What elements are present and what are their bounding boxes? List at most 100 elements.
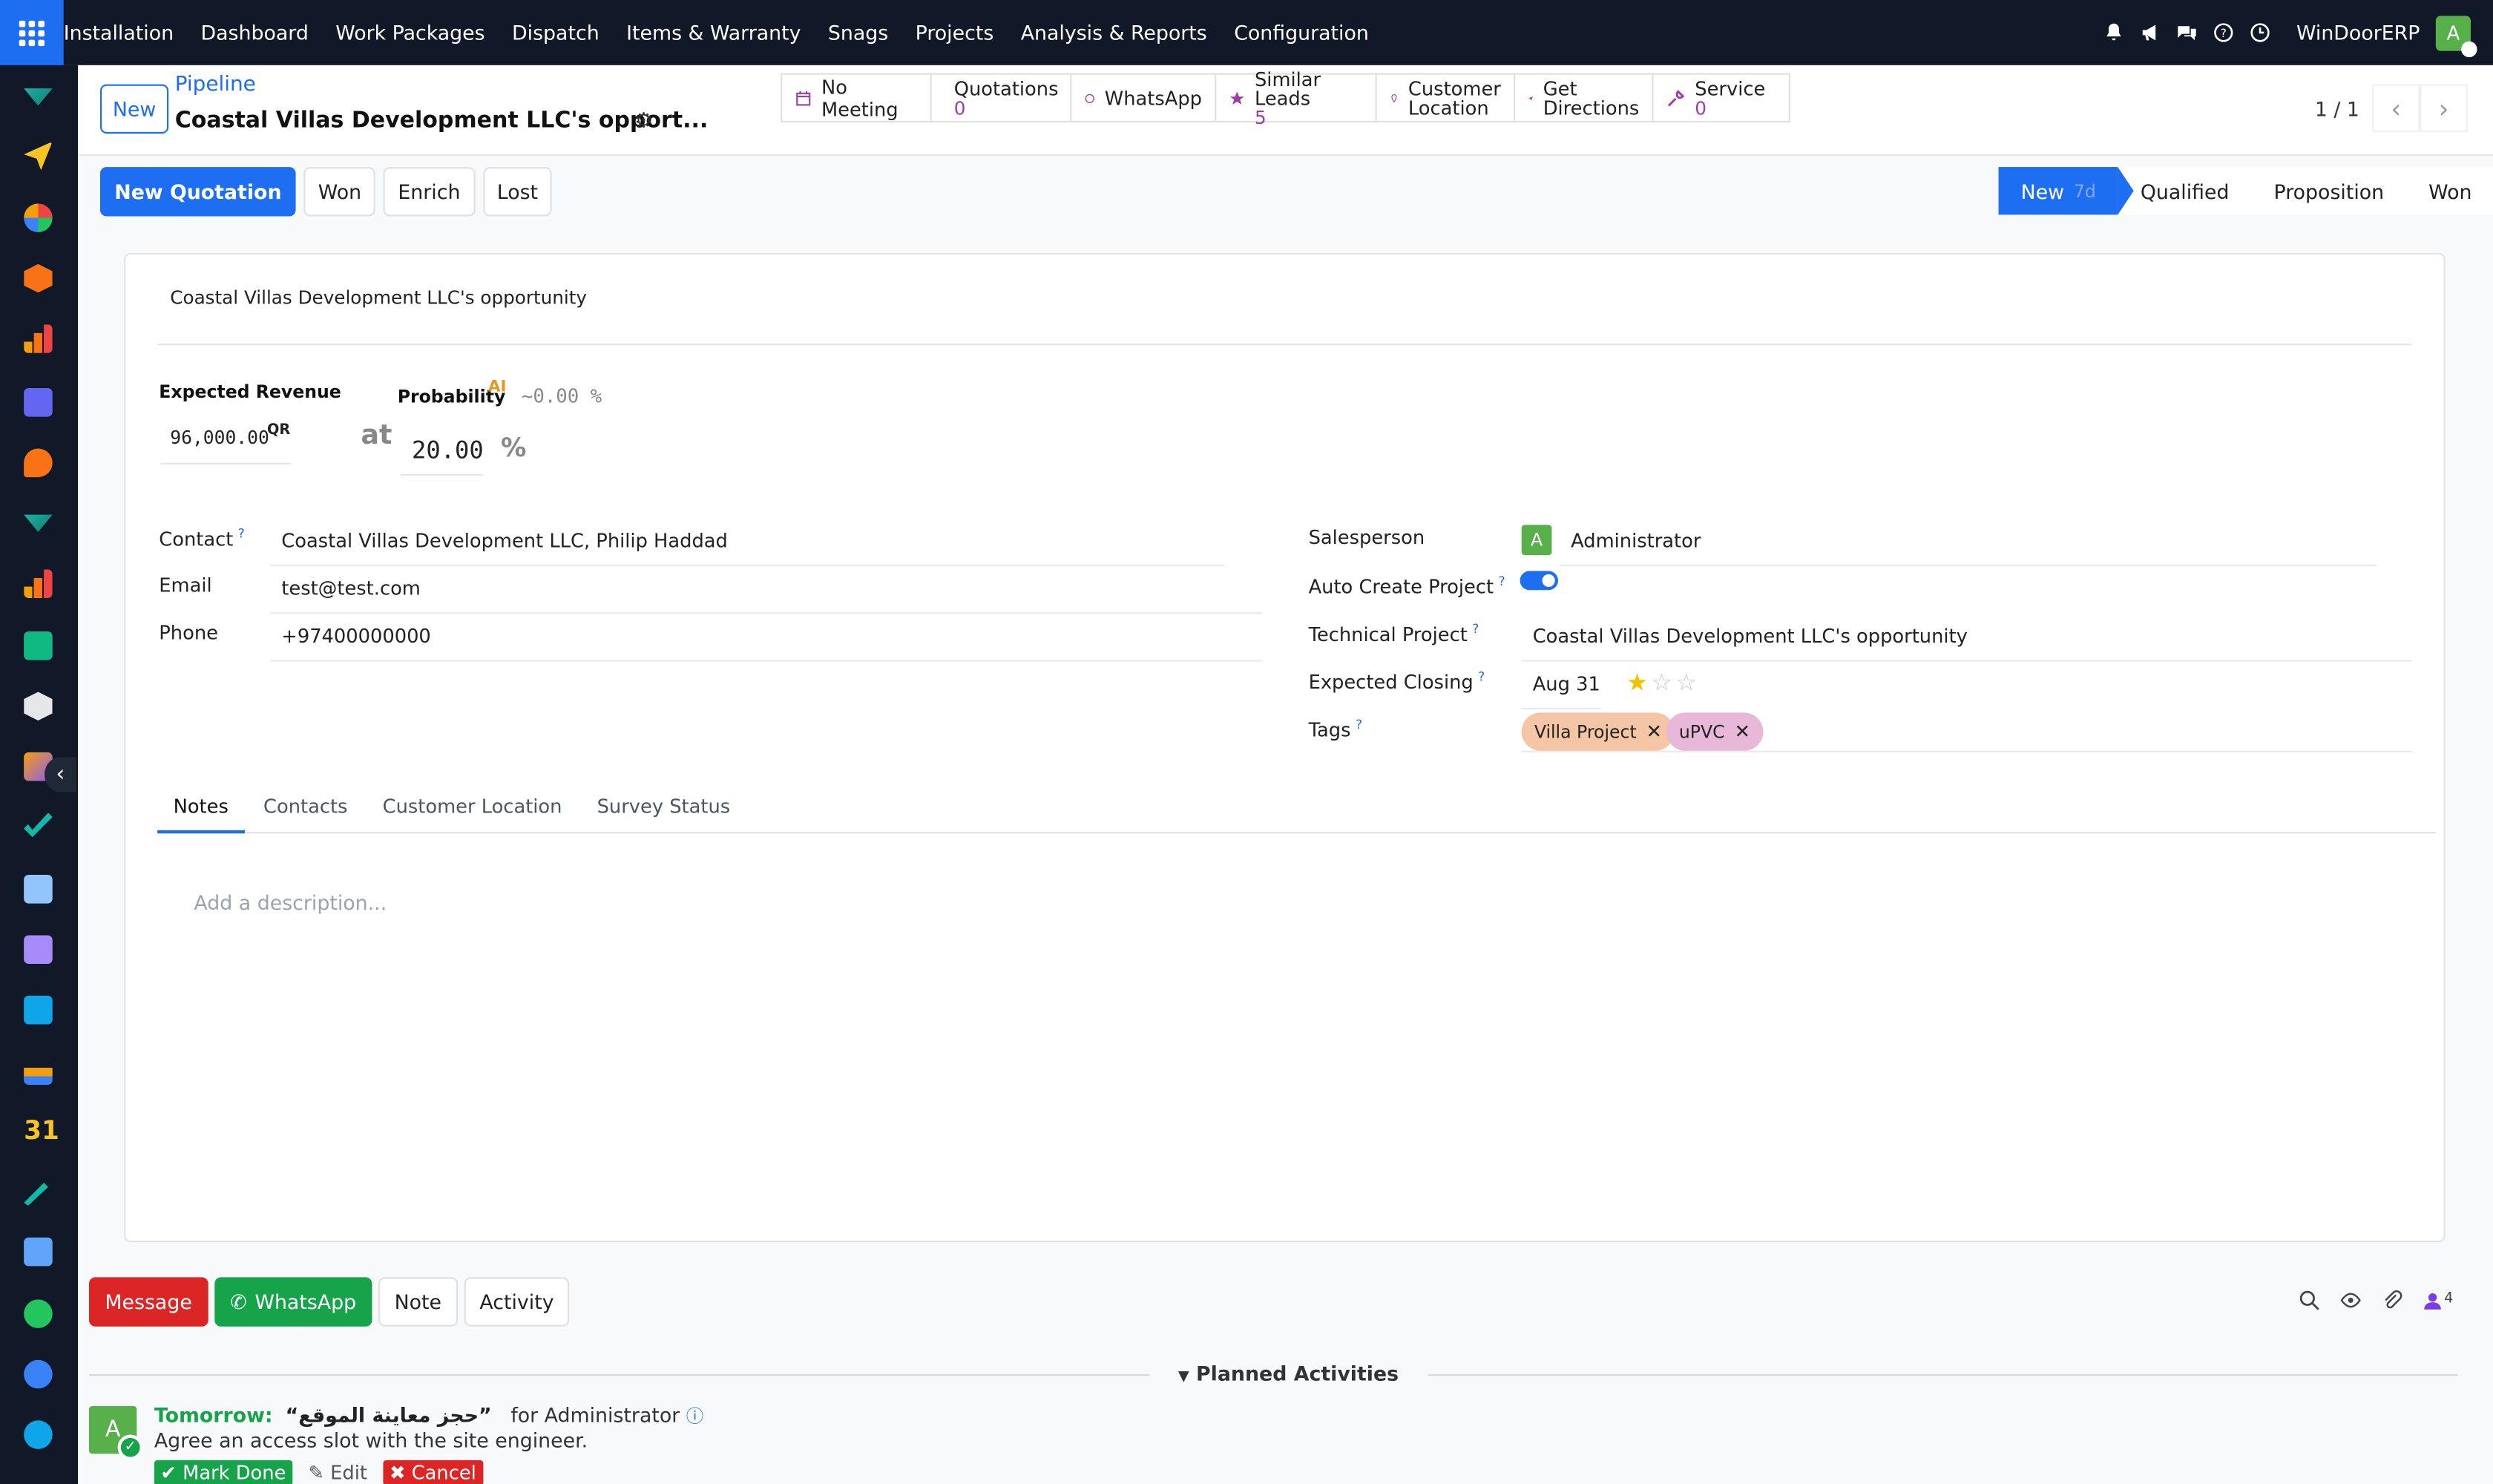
stage-won[interactable]: Won — [2406, 167, 2493, 215]
whatsapp-app-icon[interactable] — [24, 1299, 53, 1328]
tab-survey-status[interactable]: Survey Status — [581, 786, 746, 833]
team-app-icon[interactable] — [24, 1056, 53, 1085]
chat-icon[interactable] — [2177, 22, 2198, 43]
mark-done-button[interactable]: ✔ Mark Done — [154, 1460, 292, 1484]
tab-contacts[interactable]: Contacts — [248, 786, 364, 833]
customer-location-button[interactable]: Customer Location — [1375, 73, 1516, 123]
cube-app-icon[interactable] — [24, 692, 53, 721]
stage-qualified[interactable]: Qualified — [2118, 167, 2252, 215]
whatsapp-button[interactable]: ✆ WhatsApp — [214, 1277, 372, 1327]
tag-upvc[interactable]: uPVC ✕ — [1666, 712, 1764, 751]
expected-closing-field[interactable]: Aug 31 — [1521, 662, 1601, 710]
help-tooltip-icon[interactable]: ? — [1356, 718, 1362, 732]
remove-tag-icon[interactable]: ✕ — [1646, 720, 1663, 743]
quotations-button[interactable]: Quotations 0 — [930, 73, 1072, 123]
opportunity-name-field[interactable]: Coastal Villas Development LLC's opportu… — [170, 286, 587, 309]
mail-app-icon[interactable] — [24, 388, 53, 417]
gauge-app-icon[interactable] — [24, 1359, 53, 1389]
menu-items-warranty[interactable]: Items & Warranty — [613, 21, 815, 45]
help-tooltip-icon[interactable]: ? — [1478, 669, 1485, 683]
company-switcher[interactable]: WinDoorERP — [2296, 21, 2420, 45]
lost-button[interactable]: Lost — [482, 167, 553, 217]
sidebar-collapse-button[interactable]: ‹ — [45, 757, 76, 792]
menu-dashboard[interactable]: Dashboard — [187, 21, 322, 45]
help-tooltip-icon[interactable]: ? — [1472, 622, 1479, 636]
invoice-app-icon[interactable] — [24, 995, 53, 1025]
stage-proposition[interactable]: Proposition — [2251, 167, 2407, 215]
contact-field[interactable]: Coastal Villas Development LLC, Philip H… — [270, 519, 1225, 567]
dashboard-app-icon[interactable] — [24, 1237, 53, 1267]
menu-configuration[interactable]: Configuration — [1221, 21, 1382, 45]
edit-activity-button[interactable]: ✎ Edit — [302, 1460, 374, 1484]
breadcrumb-pipeline[interactable]: Pipeline — [175, 73, 256, 97]
help-tooltip-icon[interactable]: ? — [1498, 574, 1505, 588]
user-avatar[interactable]: A — [2435, 15, 2477, 57]
planned-activities-toggle[interactable]: ▼ Planned Activities — [1149, 1361, 1428, 1386]
book-app-icon[interactable] — [24, 874, 53, 904]
get-directions-button[interactable]: Get Directions — [1513, 73, 1654, 123]
salesperson-field[interactable]: Administrator — [1560, 519, 2377, 567]
pager-next-button[interactable]: › — [2420, 84, 2468, 132]
service-button[interactable]: Service 0 — [1652, 73, 1790, 123]
crm-app-icon[interactable] — [24, 88, 53, 106]
eye-icon[interactable] — [2341, 1290, 2362, 1310]
activity-button[interactable]: Activity — [463, 1277, 571, 1327]
cancel-activity-button[interactable]: ✖ Cancel — [383, 1460, 483, 1484]
help-icon[interactable]: ? — [2214, 22, 2235, 43]
tab-customer-location[interactable]: Customer Location — [367, 786, 578, 833]
email-field[interactable]: test@test.com — [270, 566, 1263, 614]
paperclip-icon[interactable] — [2382, 1290, 2403, 1310]
apps-menu-button[interactable] — [0, 0, 64, 65]
send-message-button[interactable]: Message — [89, 1277, 208, 1327]
star-empty-icon[interactable]: ☆ — [1651, 668, 1675, 697]
menu-installation[interactable]: Installation — [64, 21, 188, 45]
phone-field[interactable]: +97400000000 — [270, 614, 1263, 662]
star-icon[interactable]: ★ — [1626, 668, 1651, 697]
tab-notes[interactable]: Notes — [157, 786, 245, 834]
clock-icon[interactable] — [2250, 22, 2271, 43]
enrich-button[interactable]: Enrich — [384, 167, 475, 217]
pager-previous-button[interactable]: ‹ — [2372, 84, 2420, 132]
ai-probability-icon[interactable]: AI — [488, 378, 507, 396]
followers-button[interactable]: 4 — [2423, 1291, 2453, 1310]
new-quotation-button[interactable]: New Quotation — [100, 167, 296, 217]
menu-projects[interactable]: Projects — [901, 21, 1007, 45]
crm-alt-app-icon[interactable] — [24, 514, 53, 532]
new-record-button[interactable]: New — [100, 84, 169, 134]
technical-project-field[interactable]: Coastal Villas Development LLC's opportu… — [1521, 614, 2412, 662]
chat-bubble-app-icon[interactable] — [24, 448, 53, 478]
contacts-app-icon[interactable] — [24, 631, 53, 660]
remove-tag-icon[interactable]: ✕ — [1734, 720, 1750, 743]
hexagon-app-icon[interactable] — [24, 263, 53, 293]
stats-app-icon[interactable] — [24, 569, 53, 599]
discuss-app-icon[interactable] — [24, 1420, 53, 1449]
menu-snags[interactable]: Snags — [815, 21, 902, 45]
whatsapp-smart-button[interactable]: WhatsApp — [1070, 73, 1217, 123]
search-icon[interactable] — [2299, 1290, 2320, 1310]
probability-input[interactable]: 20.00 — [401, 426, 484, 476]
help-tooltip-icon[interactable]: ? — [238, 527, 245, 541]
megaphone-icon[interactable] — [2141, 22, 2161, 43]
star-empty-icon[interactable]: ☆ — [1675, 668, 1700, 697]
won-button[interactable]: Won — [303, 167, 376, 217]
auto-create-project-toggle[interactable] — [1520, 571, 1558, 591]
description-editor[interactable]: Add a description... — [194, 890, 387, 914]
no-meeting-button[interactable]: No Meeting — [781, 73, 932, 123]
package-app-icon[interactable] — [24, 935, 53, 965]
stage-new[interactable]: New 7d — [1998, 167, 2135, 215]
calendar-app-icon[interactable]: 31 — [24, 1116, 59, 1146]
bell-icon[interactable] — [2104, 22, 2125, 43]
similar-leads-button[interactable]: Similar Leads 5 — [1215, 69, 1377, 126]
pager-value[interactable]: 1 / 1 — [2315, 96, 2359, 120]
check-app-icon[interactable] — [24, 812, 53, 838]
paper-plane-icon[interactable] — [24, 141, 53, 171]
log-note-button[interactable]: Note — [378, 1277, 458, 1327]
tag-villa-project[interactable]: Villa Project ✕ — [1521, 712, 1675, 751]
menu-analysis-reports[interactable]: Analysis & Reports — [1008, 21, 1221, 45]
info-circle-icon[interactable]: ⓘ — [686, 1406, 704, 1427]
bar-chart-icon[interactable] — [24, 324, 53, 353]
menu-dispatch[interactable]: Dispatch — [499, 21, 613, 45]
gear-icon[interactable]: ⚙ — [634, 110, 653, 134]
pie-app-icon[interactable] — [24, 203, 53, 232]
menu-work-packages[interactable]: Work Packages — [322, 21, 499, 45]
